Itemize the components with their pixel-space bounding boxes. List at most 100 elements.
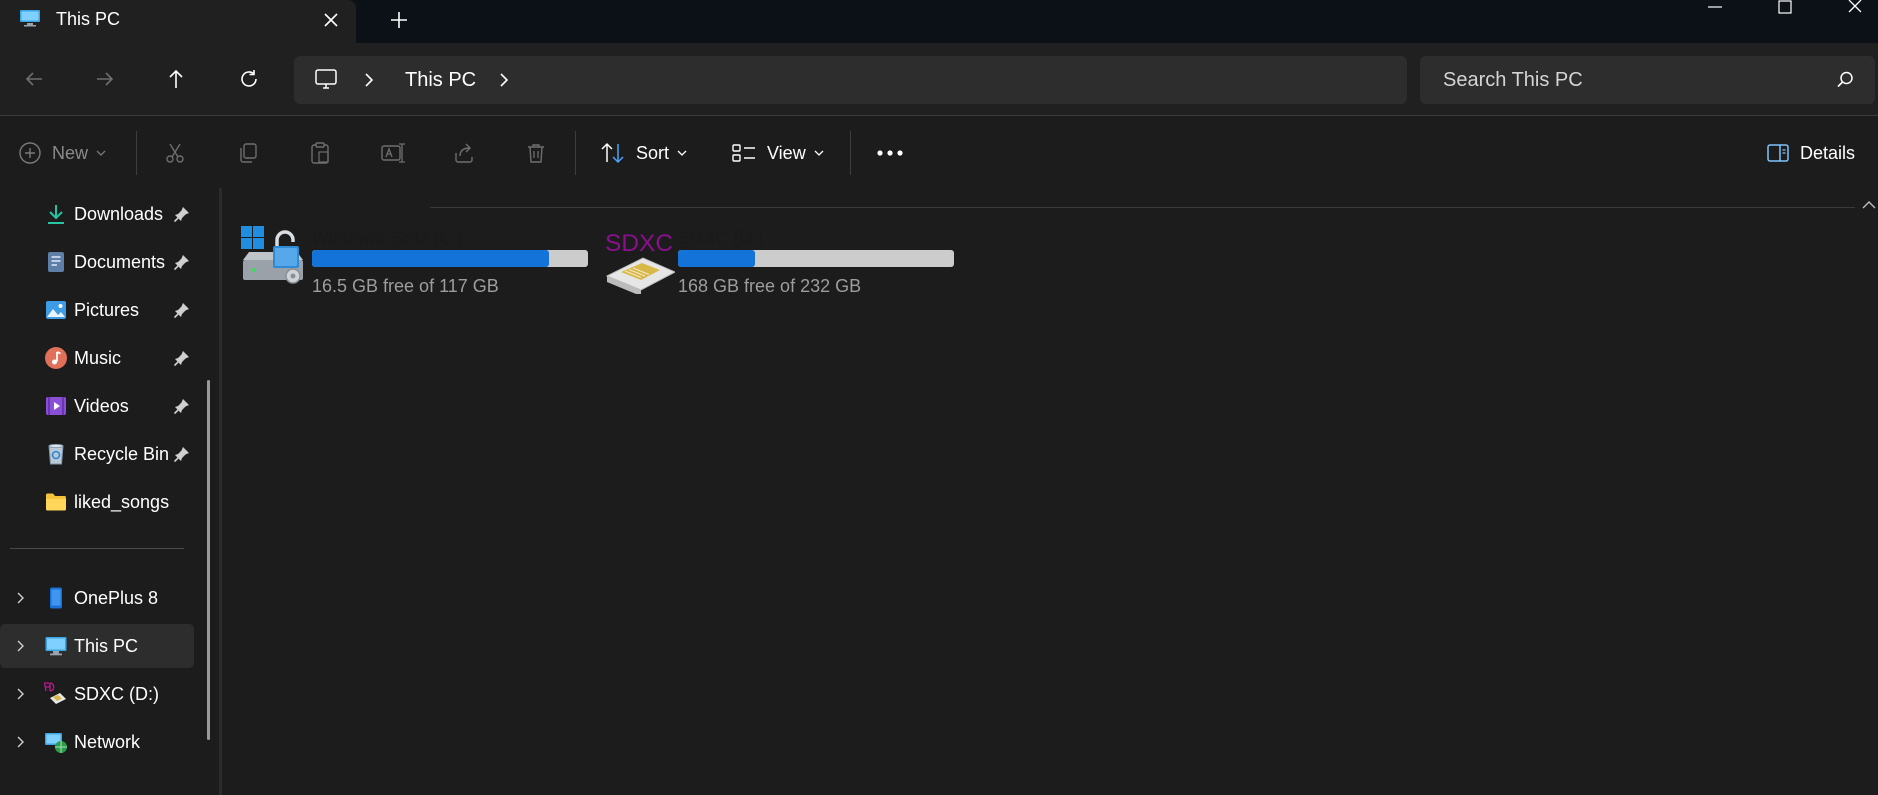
new-tab-button[interactable]	[385, 6, 413, 34]
minimize-button[interactable]	[1685, 0, 1745, 16]
sidebar-item-documents[interactable]: Documents	[0, 240, 194, 284]
storage-used-fill	[678, 250, 756, 267]
plus-circle-icon	[19, 142, 41, 164]
recycle-bin-icon	[48, 444, 64, 465]
pin-icon[interactable]	[173, 445, 191, 463]
sidebar-divider	[10, 548, 184, 549]
delete-button[interactable]	[524, 138, 548, 168]
up-button[interactable]	[154, 57, 198, 101]
sort-label: Sort	[636, 142, 670, 163]
close-window-button[interactable]	[1825, 0, 1878, 16]
sidebar-item-label: OnePlus 8	[74, 587, 159, 608]
chevron-right-icon[interactable]	[497, 71, 511, 89]
sidebar-item-sdxc[interactable]: SDXC (D:)	[0, 672, 194, 716]
sidebar-item-recycle-bin[interactable]: Recycle Bin	[0, 432, 194, 476]
download-icon	[48, 205, 64, 224]
drive-name: SDXC (D:)	[678, 228, 763, 248]
back-button[interactable]	[12, 57, 56, 101]
breadcrumb-this-pc[interactable]: This PC	[405, 69, 476, 92]
sdxc-badge: SDXC	[605, 230, 673, 257]
search-input[interactable]: Search This PC	[1443, 69, 1583, 92]
tab-title: This PC	[56, 9, 121, 29]
rename-icon	[381, 143, 405, 163]
chevron-up-icon[interactable]	[1861, 199, 1877, 211]
pin-icon[interactable]	[173, 301, 191, 319]
drive-tile-c[interactable]: Windows-SSD (C:) 16.5 GB free of 117 GB	[239, 224, 588, 296]
chevron-right-icon[interactable]	[362, 71, 376, 89]
storage-used-fill	[312, 250, 550, 267]
sidebar-item-label: Videos	[74, 395, 129, 416]
paste-button[interactable]	[308, 138, 332, 168]
new-button[interactable]: New	[18, 138, 106, 168]
chevron-down-icon	[677, 150, 687, 156]
pin-icon[interactable]	[173, 349, 191, 367]
pin-icon[interactable]	[173, 397, 191, 415]
sidebar-item-liked-songs[interactable]: liked_songs	[0, 480, 194, 524]
content-area: Windows-SSD (C:) 16.5 GB free of 117 GB …	[229, 188, 1878, 795]
view-button[interactable]: View	[731, 138, 824, 168]
pin-icon[interactable]	[173, 253, 191, 271]
sidebar-item-network[interactable]: Network	[0, 720, 194, 764]
details-button[interactable]: Details	[1766, 138, 1855, 168]
trash-icon	[528, 144, 544, 163]
scissors-icon	[166, 143, 184, 163]
chevron-right-icon[interactable]	[12, 590, 28, 606]
sidebar-scrollbar[interactable]	[207, 380, 210, 740]
tab-this-pc[interactable]: This PC	[0, 0, 356, 43]
sd-card-icon	[44, 682, 66, 704]
forward-button[interactable]	[83, 57, 127, 101]
navigation-bar: This PC Search This PC	[0, 43, 1878, 115]
new-label: New	[52, 142, 89, 163]
pictures-icon	[46, 301, 66, 319]
share-button[interactable]	[452, 138, 476, 168]
clipboard-icon	[311, 142, 329, 164]
group-header-line	[430, 207, 1855, 208]
more-options-button[interactable]	[876, 138, 904, 168]
sidebar-item-this-pc[interactable]: This PC	[0, 624, 194, 668]
search-box[interactable]: Search This PC	[1420, 56, 1875, 104]
storage-bar	[678, 250, 954, 267]
cut-button[interactable]	[163, 138, 187, 168]
sort-button[interactable]: Sort	[600, 138, 687, 168]
rename-button[interactable]	[380, 138, 406, 168]
details-label: Details	[1800, 142, 1856, 163]
chevron-right-icon[interactable]	[12, 734, 28, 750]
videos-icon	[46, 397, 66, 415]
sidebar-item-oneplus-8[interactable]: OnePlus 8	[0, 576, 194, 620]
command-bar: New Sort View Details	[0, 115, 1878, 187]
phone-icon	[50, 587, 62, 609]
sidebar-item-pictures[interactable]: Pictures	[0, 288, 194, 332]
toolbar-divider	[850, 131, 851, 175]
refresh-icon	[241, 70, 257, 87]
computer-icon	[45, 637, 67, 656]
sidebar-item-videos[interactable]: Videos	[0, 384, 194, 428]
sidebar-item-label: Recycle Bin	[74, 443, 170, 464]
pin-icon[interactable]	[173, 205, 191, 223]
chevron-right-icon[interactable]	[12, 638, 28, 654]
toolbar-divider	[136, 131, 137, 175]
folder-icon	[46, 493, 66, 511]
copy-icon	[240, 143, 257, 163]
arrow-up-icon	[169, 69, 183, 88]
navigation-pane: Downloads Documents Pictures Music Video…	[0, 188, 222, 795]
documents-icon	[48, 252, 64, 272]
computer-icon	[20, 10, 40, 27]
network-icon	[45, 733, 67, 753]
copy-button[interactable]	[236, 138, 260, 168]
search-icon	[1837, 71, 1853, 88]
close-tab-icon[interactable]	[318, 7, 344, 33]
drive-free-space: 168 GB free of 232 GB	[678, 276, 862, 296]
sidebar-item-downloads[interactable]: Downloads	[0, 192, 194, 236]
arrow-right-icon	[97, 72, 114, 86]
maximize-button[interactable]	[1755, 0, 1815, 16]
chevron-right-icon[interactable]	[12, 686, 28, 702]
refresh-button[interactable]	[227, 57, 271, 101]
sidebar-item-music[interactable]: Music	[0, 336, 194, 380]
share-icon	[455, 143, 473, 163]
drive-tile-d[interactable]: SDXC SDXC (D:) 168 GB free of 232 GB	[605, 224, 954, 296]
view-label: View	[767, 142, 806, 163]
title-bar: This PC	[0, 0, 1878, 43]
sidebar-item-label: Music	[74, 347, 122, 368]
address-bar[interactable]: This PC	[294, 56, 1407, 104]
sidebar-item-label: SDXC (D:)	[74, 683, 159, 704]
